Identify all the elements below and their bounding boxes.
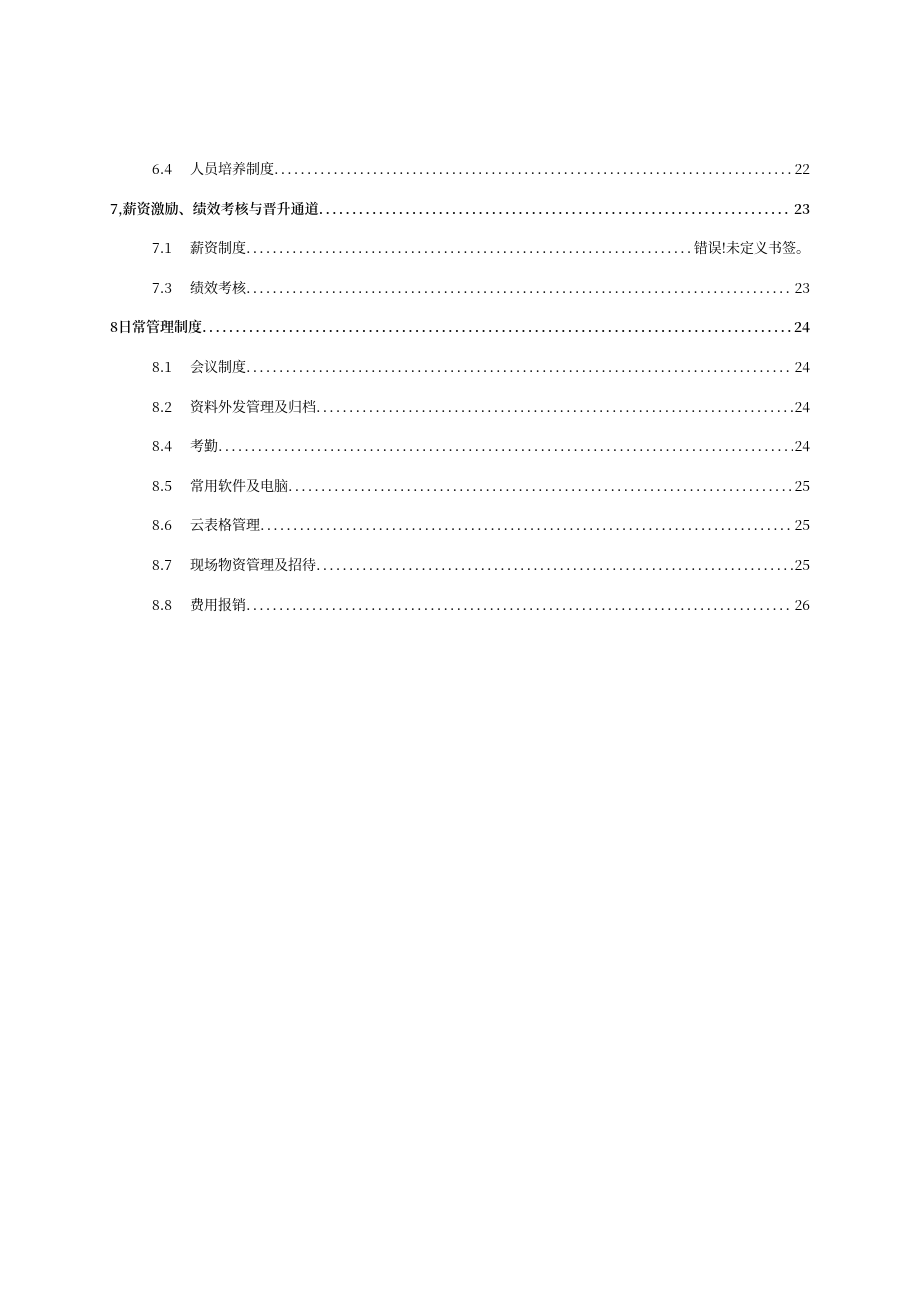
toc-leader-dots: [274, 160, 793, 180]
toc-entry: 8.4 考勤 24: [152, 437, 810, 457]
toc-entry: 8 日常管理制度 24: [110, 318, 810, 338]
toc-leader-dots: [319, 200, 792, 220]
toc-entry-page: 错误!未定义书签。: [692, 239, 810, 259]
toc-entry-number: 8.5: [152, 477, 190, 497]
toc-entry-page: 23: [792, 200, 810, 220]
toc-page: 6.4 人员培养制度 22 7, 薪资激励、绩效考核与晋升通道 23 7.1 薪…: [0, 0, 920, 615]
toc-entry-title: 常用软件及电脑: [190, 477, 288, 497]
toc-entry-page: 25: [793, 556, 810, 576]
toc-entry: 8.5 常用软件及电脑 25: [152, 477, 810, 497]
toc-entry-number: 8.1: [152, 358, 190, 378]
toc-entry-title: 费用报销: [190, 596, 246, 616]
toc-entry-number: 8.2: [152, 398, 190, 418]
toc-entry-title: 资料外发管理及归档: [190, 398, 316, 418]
toc-entry-number: 7.1: [152, 239, 190, 259]
toc-entry-page: 25: [793, 516, 810, 536]
toc-entry: 7.3 绩效考核 23: [152, 279, 810, 299]
toc-entry-title: 会议制度: [190, 358, 246, 378]
toc-leader-dots: [246, 239, 692, 259]
toc-leader-dots: [246, 279, 793, 299]
toc-entry: 8.6 云表格管理 25: [152, 516, 810, 536]
toc-entry-title: 日常管理制度: [118, 318, 202, 338]
toc-entry-number: 6.4: [152, 160, 190, 180]
toc-entry: 8.2 资料外发管理及归档 24: [152, 398, 810, 418]
toc-entry-number: 8.8: [152, 596, 190, 616]
toc-entry-page: 24: [793, 358, 810, 378]
toc-entry-number: 8: [110, 318, 118, 338]
toc-leader-dots: [316, 556, 793, 576]
toc-entry: 8.7 现场物资管理及招待 25: [152, 556, 810, 576]
toc-entry-number: 7.3: [152, 279, 190, 299]
toc-leader-dots: [288, 477, 793, 497]
toc-entry: 8.1 会议制度 24: [152, 358, 810, 378]
toc-entry-page: 23: [793, 279, 810, 299]
toc-leader-dots: [260, 516, 793, 536]
toc-entry-page: 22: [793, 160, 810, 180]
toc-entry-page: 24: [792, 318, 810, 338]
toc-leader-dots: [218, 437, 793, 457]
toc-entry-title: 考勤: [190, 437, 218, 457]
toc-entry-title: 云表格管理: [190, 516, 260, 536]
toc-leader-dots: [246, 596, 793, 616]
toc-entry-page: 26: [793, 596, 810, 616]
toc-entry: 7.1 薪资制度 错误!未定义书签。: [152, 239, 810, 259]
toc-leader-dots: [202, 318, 792, 338]
toc-entry-number: 8.6: [152, 516, 190, 536]
toc-entry-number: 7,: [110, 200, 123, 220]
toc-entry: 8.8 费用报销 26: [152, 596, 810, 616]
toc-leader-dots: [246, 358, 793, 378]
toc-entry-page: 24: [793, 398, 810, 418]
toc-entry-title: 绩效考核: [190, 279, 246, 299]
toc-entry: 7, 薪资激励、绩效考核与晋升通道 23: [110, 200, 810, 220]
toc-entry: 6.4 人员培养制度 22: [152, 160, 810, 180]
toc-entry-title: 人员培养制度: [190, 160, 274, 180]
toc-entry-number: 8.4: [152, 437, 190, 457]
toc-entry-page: 25: [793, 477, 810, 497]
toc-entry-title: 现场物资管理及招待: [190, 556, 316, 576]
toc-leader-dots: [316, 398, 793, 418]
toc-entry-number: 8.7: [152, 556, 190, 576]
toc-entry-title: 薪资激励、绩效考核与晋升通道: [123, 200, 319, 220]
toc-entry-title: 薪资制度: [190, 239, 246, 259]
toc-entry-page: 24: [793, 437, 810, 457]
